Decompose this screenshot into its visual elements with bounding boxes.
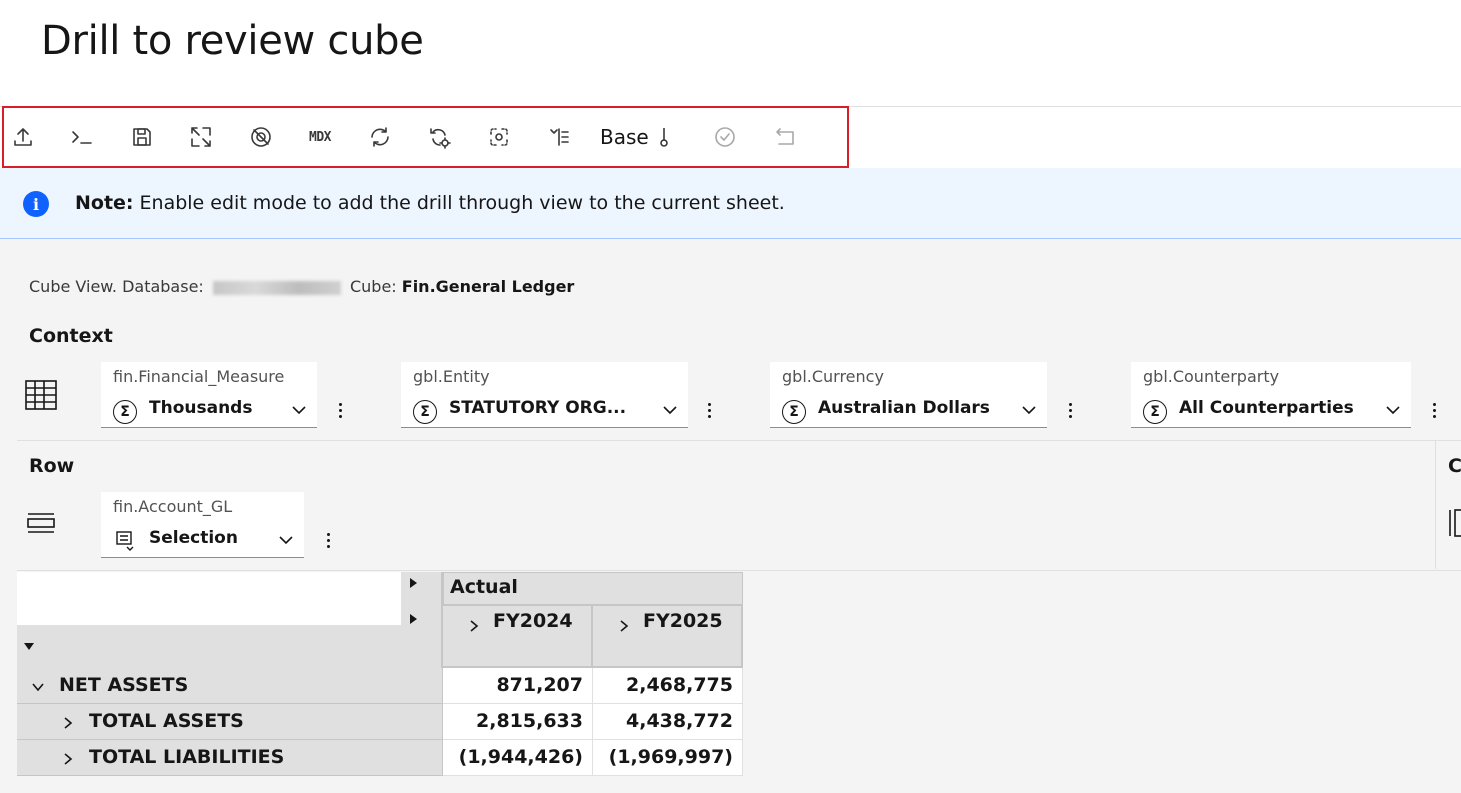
row-label: TOTAL LIABILITIES [89,746,285,768]
context-dimension-currency[interactable]: gbl.Currency Σ Australian Dollars [770,362,1047,428]
table-cell[interactable]: 871,207 [443,668,593,704]
context-dimension-financial-measure[interactable]: fin.Financial_Measure Σ Thousands [101,362,317,428]
table-cell[interactable]: (1,944,426) [443,740,593,776]
chevron-right-icon[interactable] [467,618,481,632]
context-dimension-entity[interactable]: gbl.Entity Σ STATUTORY ORG... [401,362,688,428]
dimension-value: Thousands [149,398,253,418]
section-divider [17,440,1461,441]
dimension-label: fin.Account_GL [113,497,233,516]
note-message: Enable edit mode to add the drill throug… [139,192,785,214]
dimension-label: gbl.Currency [782,367,884,386]
table-cell[interactable]: 2,815,633 [443,704,593,740]
cube-name: Fin.General Ledger [401,277,575,296]
table-icon [24,378,58,412]
table-row-net-assets[interactable]: NET ASSETS [17,668,443,704]
chevron-right-icon[interactable] [61,715,75,729]
selection-icon [115,530,135,552]
toolbar-highlight [2,106,849,168]
column-label: FY2024 [493,610,573,632]
cube-view-line: Cube View. Database: Cube: Fin.General L… [29,277,574,296]
chevron-down-icon[interactable] [1385,402,1401,418]
dimension-value: STATUTORY ORG... [449,398,627,418]
column-header-label: Actual [450,576,518,598]
chevron-down-icon[interactable] [278,532,294,548]
column-header-fy2024[interactable]: FY2024 [443,606,593,668]
dimension-value: Selection [149,528,238,548]
dimension-value: Australian Dollars [818,398,990,418]
dimension-label: gbl.Entity [413,367,490,386]
chevron-down-icon[interactable] [1021,402,1037,418]
overflow-menu-icon[interactable] [1428,398,1440,422]
overflow-menu-icon[interactable] [334,398,346,422]
context-label: Context [29,325,113,347]
chevron-down-icon[interactable] [291,402,307,418]
dimension-value: All Counterparties [1179,398,1354,418]
table-row-total-assets[interactable]: TOTAL ASSETS [17,704,443,740]
chevron-down-icon[interactable] [662,402,678,418]
chevron-right-icon[interactable] [61,751,75,765]
row-header-bar[interactable] [17,625,401,668]
chevron-down-icon[interactable] [31,679,45,693]
sigma-icon: Σ [782,400,806,424]
row-label: NET ASSETS [59,674,189,696]
row-dimension-account-gl[interactable]: fin.Account_GL Selection [101,492,304,558]
table-cell[interactable]: 4,438,772 [593,704,743,740]
overflow-menu-icon[interactable] [703,398,715,422]
caret-right-icon[interactable] [410,614,417,624]
caret-down-icon[interactable] [24,643,34,650]
columns-icon [1447,508,1461,538]
sigma-icon: Σ [413,400,437,424]
note-prefix: Note: [75,192,134,214]
column-label: C [1448,455,1461,477]
row-label: TOTAL ASSETS [89,710,244,732]
chevron-right-icon[interactable] [617,618,631,632]
cube-prefix: Cube: [344,277,402,296]
column-header-actual[interactable]: Actual [443,572,743,606]
cube-view-prefix: Cube View. Database: [29,277,209,296]
column-label: FY2025 [643,610,723,632]
table-cell[interactable]: (1,969,997) [593,740,743,776]
column-header-gutter [401,572,443,668]
overflow-menu-icon[interactable] [322,528,334,552]
grid-corner [17,572,401,625]
database-name-redacted [212,280,341,295]
page-title: Drill to review cube [41,18,424,64]
row-label: Row [29,455,75,477]
sigma-icon: Σ [113,400,137,424]
caret-right-icon[interactable] [410,578,417,588]
information-icon: i [23,191,49,217]
column-header-fy2025[interactable]: FY2025 [593,606,743,668]
sigma-icon: Σ [1143,400,1167,424]
table-row-total-liabilities[interactable]: TOTAL LIABILITIES [17,740,443,776]
dimension-label: gbl.Counterparty [1143,367,1280,386]
overflow-menu-icon[interactable] [1064,398,1076,422]
context-dimension-counterparty[interactable]: gbl.Counterparty Σ All Counterparties [1131,362,1411,428]
table-cell[interactable]: 2,468,775 [593,668,743,704]
section-divider [17,570,1461,571]
row-column-divider [1435,441,1436,569]
rows-icon [26,508,56,538]
dimension-label: fin.Financial_Measure [113,367,285,386]
note-text: Note: Enable edit mode to add the drill t… [75,192,785,214]
